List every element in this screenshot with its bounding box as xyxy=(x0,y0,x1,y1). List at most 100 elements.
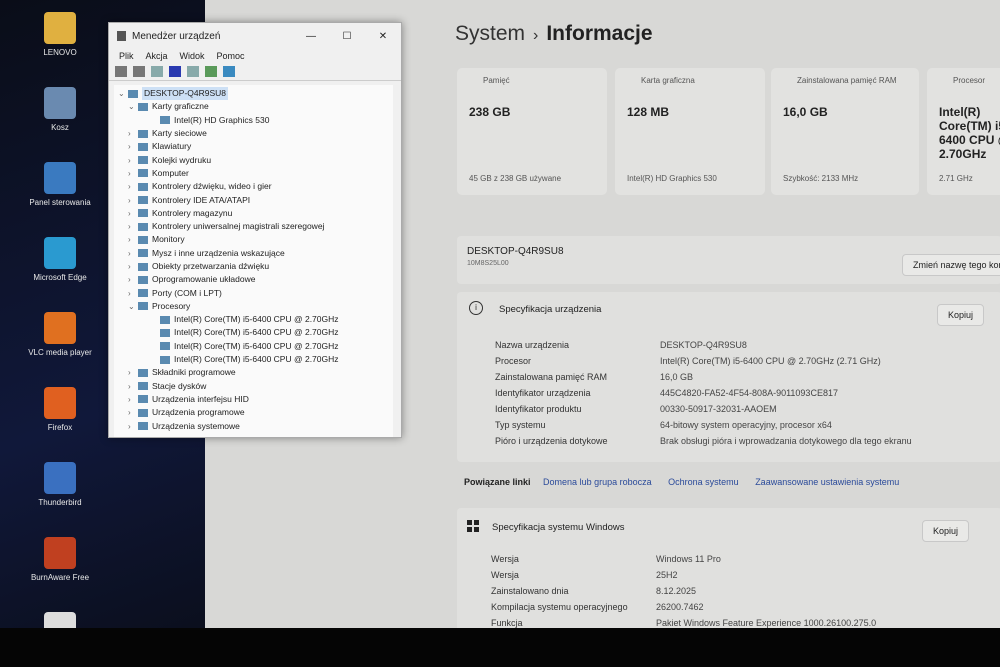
copy-windows-spec-button[interactable]: Kopiuj xyxy=(922,520,970,542)
tree-item-label: Klawiatury xyxy=(152,141,192,152)
chevron-down-icon[interactable]: ⌄ xyxy=(128,100,138,113)
device-category-icon xyxy=(160,315,170,324)
chevron-right-icon[interactable]: › xyxy=(128,140,138,153)
chevron-right-icon[interactable]: › xyxy=(128,393,138,406)
tree-item[interactable]: › Kolejki wydruku xyxy=(114,153,393,166)
chevron-right-icon[interactable]: › xyxy=(128,273,138,286)
device-category-icon xyxy=(138,182,148,191)
tree-item-label: Karty graficzne xyxy=(152,101,209,112)
tree-item[interactable]: › Klawiatury xyxy=(114,140,393,153)
spec-value[interactable]: Brak obsługi pióra i wprowadzania dotyko… xyxy=(660,436,912,446)
view-icon[interactable] xyxy=(187,66,199,77)
spec-value[interactable]: 16,0 GB xyxy=(660,372,693,382)
chevron-right-icon[interactable]: › xyxy=(128,260,138,273)
menu-action[interactable]: Akcja xyxy=(146,51,168,61)
chevron-right-icon[interactable]: › xyxy=(128,220,138,233)
spec-value[interactable]: Pakiet Windows Feature Experience 1000.2… xyxy=(656,618,876,628)
chevron-right-icon[interactable]: › xyxy=(128,247,138,260)
tree-item[interactable]: › Kontrolery magazynu xyxy=(114,207,393,220)
chevron-right-icon[interactable]: › xyxy=(128,180,138,193)
spec-value[interactable]: Windows 11 Pro xyxy=(656,554,721,564)
spec-value[interactable]: 00330-50917-32031-AAOEM xyxy=(660,404,777,414)
desktop-icon[interactable]: Microsoft Edge xyxy=(15,237,105,282)
tree-item[interactable]: › Komputer xyxy=(114,167,393,180)
copy-device-spec-button[interactable]: Kopiuj xyxy=(937,304,985,326)
link-system-protection[interactable]: Ochrona systemu xyxy=(668,477,739,487)
maximize-button[interactable]: ☐ xyxy=(329,31,365,42)
tree-item[interactable]: › Urządzenia systemowe xyxy=(114,419,393,432)
desktop-icon[interactable]: LENOVO xyxy=(15,12,105,57)
toolbar xyxy=(109,63,401,81)
chevron-right-icon[interactable]: › xyxy=(128,420,138,433)
help-icon[interactable] xyxy=(169,66,181,77)
monitor-icon[interactable] xyxy=(223,66,235,77)
tree-item[interactable]: Intel(R) Core(TM) i5-6400 CPU @ 2.70GHz xyxy=(114,313,393,326)
properties-icon[interactable] xyxy=(151,66,163,77)
spec-value[interactable]: 445C4820-FA52-4F54-808A-9011093CE817 xyxy=(660,388,838,398)
tree-item[interactable]: › Stacje dysków xyxy=(114,380,393,393)
chevron-right-icon[interactable]: › xyxy=(128,154,138,167)
spec-value[interactable]: 25H2 xyxy=(656,570,678,580)
desktop-app-icon xyxy=(44,162,76,194)
chevron-right-icon[interactable]: › xyxy=(128,366,138,379)
menu-help[interactable]: Pomoc xyxy=(217,51,245,61)
desktop-icon[interactable]: Thunderbird xyxy=(15,462,105,507)
tree-item[interactable]: ⌄ Procesory xyxy=(114,300,393,313)
device-category-icon xyxy=(138,196,148,205)
tree-item[interactable]: › Urządzenia interfejsu HID xyxy=(114,393,393,406)
menu-view[interactable]: Widok xyxy=(180,51,205,61)
chevron-down-icon[interactable]: ⌄ xyxy=(118,87,128,100)
tree-item[interactable]: Intel(R) Core(TM) i5-6400 CPU @ 2.70GHz xyxy=(114,340,393,353)
spec-value[interactable]: DESKTOP-Q4R9SU8 xyxy=(660,340,747,350)
desktop-icon[interactable]: VLC media player xyxy=(15,312,105,357)
card-sub: 2.71 GHz xyxy=(939,174,973,183)
link-advanced-settings[interactable]: Zaawansowane ustawienia systemu xyxy=(755,477,899,487)
chevron-right-icon[interactable]: › xyxy=(128,207,138,220)
chevron-down-icon[interactable]: ⌄ xyxy=(128,300,138,313)
spec-value[interactable]: 8.12.2025 xyxy=(656,586,696,596)
chevron-right-icon[interactable]: › xyxy=(128,380,138,393)
tree-item[interactable]: › Karty sieciowe xyxy=(114,127,393,140)
chevron-right-icon[interactable]: › xyxy=(128,287,138,300)
device-category-icon xyxy=(138,156,148,165)
tree-item[interactable]: Intel(R) HD Graphics 530 xyxy=(114,114,393,127)
tree-item[interactable]: Intel(R) Core(TM) i5-6400 CPU @ 2.70GHz xyxy=(114,353,393,366)
tree-item[interactable]: › Monitory xyxy=(114,233,393,246)
forward-icon[interactable] xyxy=(133,66,145,77)
rename-pc-button[interactable]: Zmień nazwę tego komputera xyxy=(902,254,1000,276)
tree-item[interactable]: › Oprogramowanie układowe xyxy=(114,273,393,286)
chevron-right-icon[interactable]: › xyxy=(128,194,138,207)
scan-hardware-icon[interactable] xyxy=(205,66,217,77)
tree-item[interactable]: › Porty (COM i LPT) xyxy=(114,286,393,299)
breadcrumb-parent[interactable]: System xyxy=(455,22,525,45)
menu-file[interactable]: Plik xyxy=(119,51,134,61)
desktop-icon[interactable]: BurnAware Free xyxy=(15,537,105,582)
tree-item[interactable]: › Kontrolery uniwersalnej magistrali szer… xyxy=(114,220,393,233)
tree-item[interactable]: ⌄ DESKTOP-Q4R9SU8 xyxy=(114,87,393,101)
chevron-right-icon[interactable]: › xyxy=(128,406,138,419)
back-icon[interactable] xyxy=(115,66,127,77)
spec-key: Typ systemu xyxy=(495,420,546,430)
tree-item[interactable]: › Kontrolery IDE ATA/ATAPI xyxy=(114,193,393,206)
tree-item[interactable]: › Składniki programowe xyxy=(114,366,393,379)
spec-value[interactable]: 26200.7462 xyxy=(656,602,704,612)
spec-value[interactable]: Intel(R) Core(TM) i5-6400 CPU @ 2.70GHz … xyxy=(660,356,881,366)
tree-item[interactable]: Intel(R) Core(TM) i5-6400 CPU @ 2.70GHz xyxy=(114,326,393,339)
tree-item[interactable]: ⌄ Karty graficzne xyxy=(114,100,393,113)
tree-item[interactable]: › Obiekty przetwarzania dźwięku xyxy=(114,260,393,273)
link-domain-workgroup[interactable]: Domena lub grupa robocza xyxy=(543,477,652,487)
desktop-icon[interactable]: Panel sterowania xyxy=(15,162,105,207)
spec-value[interactable]: 64-bitowy system operacyjny, procesor x6… xyxy=(660,420,832,430)
minimize-button[interactable]: — xyxy=(293,31,329,42)
desktop-icon[interactable]: Firefox xyxy=(15,387,105,432)
close-button[interactable]: ✕ xyxy=(365,31,401,42)
chevron-right-icon[interactable]: › xyxy=(128,167,138,180)
tree-item[interactable]: › Kontrolery dźwięku, wideo i gier xyxy=(114,180,393,193)
desktop-icon-label: Microsoft Edge xyxy=(33,273,87,282)
chevron-right-icon[interactable]: › xyxy=(128,127,138,140)
desktop-icon[interactable]: Kosz xyxy=(15,87,105,132)
chevron-right-icon[interactable]: › xyxy=(128,233,138,246)
tree-item[interactable]: › Mysz i inne urządzenia wskazujące xyxy=(114,247,393,260)
page-title: Informacje xyxy=(546,22,653,45)
tree-item[interactable]: › Urządzenia programowe xyxy=(114,406,393,419)
